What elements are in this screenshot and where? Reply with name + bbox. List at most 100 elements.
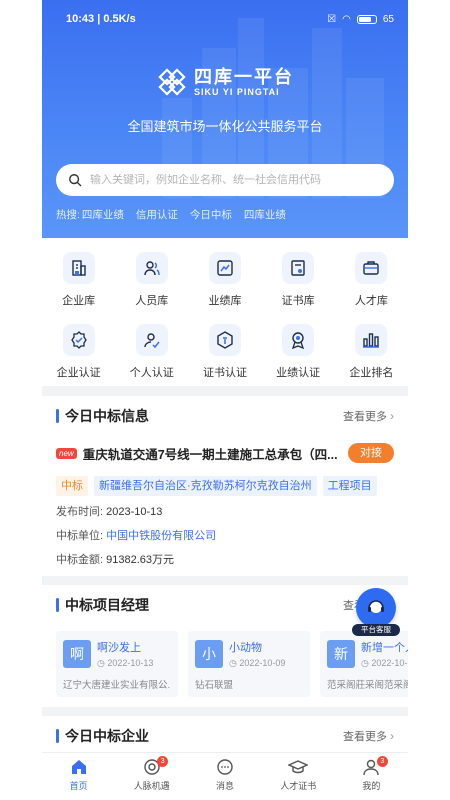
avatar: 小 (195, 640, 223, 668)
app-screen: 10:43 | 0.5K/s ☒ ◠ 65 四库一平台 SIKU YI PING… (42, 0, 408, 800)
manager-name: 啊沙发上 (97, 642, 141, 654)
status-time: 10:43 | 0.5K/s (66, 13, 136, 25)
bid-title[interactable]: 重庆轨道交通7号线一期土建施工总承包（四... (83, 444, 344, 463)
clock-icon: ◷ (97, 658, 105, 668)
grid-label: 人才库 (354, 295, 388, 307)
more-label: 查看更多 (343, 731, 387, 743)
section-marker (56, 409, 59, 423)
grid-label: 业绩认证 (276, 367, 321, 379)
publish-date: 2023-10-13 (106, 506, 163, 518)
manager-company: 辽宁大唐建业实业有限公... (63, 680, 171, 691)
people-icon (144, 261, 160, 276)
tag-region: 新疆维吾尔自治区·克孜勒苏柯尔克孜自治州 (94, 476, 317, 496)
more-label: 查看更多 (343, 411, 387, 423)
grid-item-talent-library[interactable]: 人才库 (335, 252, 408, 324)
badge-check-icon (70, 331, 87, 349)
grid-label: 企业库 (62, 295, 96, 307)
notification-badge: 3 (157, 756, 169, 767)
slogan: 全国建筑市场一体化公共服务平台 (127, 119, 323, 134)
medal-icon (292, 332, 305, 350)
manager-card[interactable]: 新 新增一个人 ◷ 2022-10- 范采阁莊采阁范采阁 (320, 631, 408, 697)
tag-status: 中标 (56, 476, 88, 496)
notification-badge: 3 (376, 756, 388, 767)
grid-label: 人员库 (135, 295, 169, 307)
grid-label: 业绩库 (208, 295, 242, 307)
status-bar: 10:43 | 0.5K/s ☒ ◠ 65 (66, 10, 394, 28)
hot-search-item[interactable]: 今日中标 (190, 207, 232, 222)
grid-item-certificate-library[interactable]: 证书库 (262, 252, 335, 324)
grid-item-personal-cert[interactable]: 个人认证 (115, 324, 188, 396)
brand-name-en: SIKU YI PINGTAI (194, 87, 280, 97)
briefcase-icon (363, 261, 380, 275)
more-link[interactable]: 查看更多› (343, 728, 394, 744)
manager-card[interactable]: 啊 啊沙发上 ◷ 2022-10-13 辽宁大唐建业实业有限公... (56, 631, 178, 697)
grid-item-company-library[interactable]: 企业库 (42, 252, 115, 324)
section-title: 中标项目经理 (65, 597, 149, 613)
manager-company: 钻石联盟 (195, 680, 234, 691)
function-grid: 企业库 人员库 业绩库 证书库 人才库 企业认证 个人认证 证书认证 业绩认证 … (42, 238, 408, 386)
winning-company-section: 今日中标企业 查看更多 › (42, 716, 408, 756)
brand-name: 四库一平台 (194, 67, 294, 87)
hot-search-item[interactable]: 四库业绩 (244, 207, 286, 222)
battery-level: 65 (382, 13, 394, 25)
search-bar[interactable] (56, 164, 394, 196)
tag-type: 工程项目 (322, 476, 377, 496)
dock-button[interactable]: 对接 (348, 443, 394, 463)
hot-search-item[interactable]: 信用认证 (136, 207, 178, 222)
tab-label: 人才证书 (280, 781, 317, 791)
manager-date: ◷ 2022-10-13 (97, 658, 153, 669)
tab-label: 消息 (216, 781, 235, 791)
building-icon (71, 260, 86, 276)
hero-header: 10:43 | 0.5K/s ☒ ◠ 65 四库一平台 SIKU YI PING… (42, 0, 408, 238)
logo-mark-icon (158, 68, 186, 96)
hot-search-item[interactable]: 四库业绩 (82, 207, 124, 222)
grid-label: 证书认证 (202, 367, 247, 379)
chart-icon (217, 260, 233, 276)
sim-icon: ☒ (327, 13, 337, 25)
bottom-tab-bar: 首页 3 人脉机遇 消息 人才证书 3 我的 (42, 752, 408, 800)
brand-logo: 四库一平台 SIKU YI PINGTAI (156, 66, 294, 98)
box-icon (217, 331, 233, 349)
avatar: 啊 (63, 640, 91, 668)
chevron-right-icon: › (390, 729, 394, 743)
customer-service-button[interactable]: 平台客服 (352, 588, 400, 636)
date-text: 2022-10-09 (239, 658, 286, 668)
certificate-icon (291, 260, 305, 276)
avatar: 新 (327, 640, 355, 668)
hot-search: 热搜: 四库业绩 信用认证 今日中标 四库业绩 (56, 207, 286, 222)
grid-item-certificate-cert[interactable]: 证书认证 (188, 324, 261, 396)
amount-label: 中标金额: (56, 554, 104, 566)
grid-item-performance-cert[interactable]: 业绩认证 (262, 324, 335, 396)
wifi-icon: ◠ (342, 13, 351, 25)
search-input[interactable] (90, 174, 380, 186)
grid-item-company-cert[interactable]: 企业认证 (42, 324, 115, 396)
date-text: 2022-10- (371, 658, 408, 668)
tab-profile[interactable]: 3 我的 (335, 753, 408, 800)
date-text: 2022-10-13 (107, 658, 154, 668)
manager-card[interactable]: 小 小动物 ◷ 2022-10-09 钻石联盟 (188, 631, 310, 697)
manager-date: ◷ 2022-10-09 (229, 658, 285, 669)
user-check-icon (144, 333, 160, 349)
tab-label: 首页 (69, 781, 88, 791)
grid-item-personnel-library[interactable]: 人员库 (115, 252, 188, 324)
tab-talent-certificates[interactable]: 人才证书 (262, 753, 335, 800)
grid-item-performance-library[interactable]: 业绩库 (188, 252, 261, 324)
graduation-icon (288, 760, 309, 774)
unit-link[interactable]: 中国中铁股份有限公司 (106, 530, 216, 542)
manager-date: ◷ 2022-10- (361, 658, 408, 669)
section-title: 今日中标信息 (65, 408, 149, 424)
grid-label: 证书库 (281, 295, 315, 307)
bid-item[interactable]: new 重庆轨道交通7号线一期土建施工总承包（四... 对接 (42, 442, 408, 464)
battery-icon (356, 14, 377, 24)
amount-row: 中标金额: 91382.63万元 (42, 548, 408, 572)
unit-row: 中标单位: 中国中铁股份有限公司 (42, 524, 408, 548)
customer-service-label: 平台客服 (352, 624, 400, 636)
section-marker (56, 598, 59, 612)
clock-icon: ◷ (229, 658, 237, 668)
tab-home[interactable]: 首页 (42, 753, 115, 800)
section-title: 今日中标企业 (65, 728, 149, 744)
more-link[interactable]: 查看更多› (343, 408, 394, 424)
tab-messages[interactable]: 消息 (188, 753, 261, 800)
tab-network[interactable]: 3 人脉机遇 (115, 753, 188, 800)
grid-item-company-ranking[interactable]: 企业排名 (335, 324, 408, 396)
